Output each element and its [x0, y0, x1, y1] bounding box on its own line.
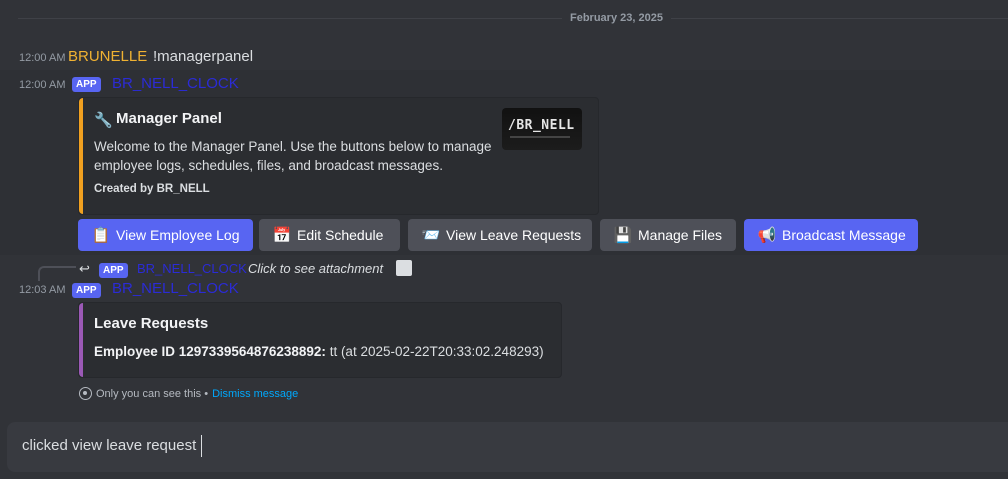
button-label: View Leave Requests	[446, 227, 582, 243]
embed-accent-bar	[79, 98, 83, 214]
manage-files-button[interactable]: 💾 Manage Files	[600, 219, 736, 251]
app-badge: APP	[99, 263, 128, 278]
employee-id-label: Employee ID 1297339564876238892:	[94, 344, 326, 359]
reply-arrow-icon: ↩	[79, 261, 90, 276]
ephemeral-notice: Only you can see this • Dismiss message	[79, 387, 298, 400]
view-leave-requests-button[interactable]: 📨 View Leave Requests	[408, 219, 592, 251]
button-label: View Employee Log	[116, 227, 240, 243]
date-divider-line	[18, 18, 1008, 19]
reply-spine	[38, 266, 76, 281]
leave-request-entry: Employee ID 1297339564876238892: tt (at …	[94, 344, 544, 359]
button-label: Edit Schedule	[297, 227, 384, 243]
embed-description: Welcome to the Manager Panel. Use the bu…	[94, 139, 492, 173]
thumbnail-logo-text: /BR_NELL	[508, 118, 575, 133]
leave-requests-embed	[78, 302, 562, 378]
embed-footer: Created by BR_NELL	[94, 183, 210, 195]
message-timestamp: 12:03 AM	[19, 284, 66, 296]
app-badge: APP	[72, 77, 101, 92]
button-label: Manage Files	[638, 227, 723, 243]
ephemeral-text: Only you can see this •	[96, 387, 209, 400]
broadcast-message-button[interactable]: 📢 Broadcast Message	[744, 219, 918, 251]
embed-title: Leave Requests	[94, 315, 209, 332]
message-input-text[interactable]: clicked view leave request	[22, 437, 196, 454]
app-badge: APP	[72, 283, 101, 298]
embed-thumbnail[interactable]: /BR_NELL	[502, 108, 582, 150]
calendar-icon: 📅	[272, 227, 292, 244]
image-icon	[396, 260, 412, 276]
leave-request-detail: tt (at 2025-02-22T20:33:02.248293)	[325, 344, 544, 359]
reply-author[interactable]: BR_NELL_CLOCK	[137, 261, 247, 276]
message-timestamp: 12:00 AM	[19, 52, 66, 64]
message-timestamp: 12:00 AM	[19, 79, 66, 91]
embed-accent-bar	[79, 303, 83, 377]
reply-preview[interactable]: Click to see attachment	[248, 261, 383, 276]
bot-author[interactable]: BR_NELL_CLOCK	[112, 280, 239, 297]
floppy-disk-icon: 💾	[613, 227, 633, 244]
message-content: !managerpanel	[153, 48, 254, 65]
text-caret	[201, 435, 202, 457]
envelope-icon: 📨	[421, 227, 441, 244]
dismiss-message-link[interactable]: Dismiss message	[212, 388, 298, 400]
eye-icon	[79, 387, 92, 400]
clipboard-icon: 📋	[91, 227, 111, 244]
embed-title: Manager Panel	[116, 110, 222, 127]
edit-schedule-button[interactable]: 📅 Edit Schedule	[259, 219, 400, 251]
bot-author[interactable]: BR_NELL_CLOCK	[112, 75, 239, 92]
message-author[interactable]: BRUNELLE	[68, 48, 147, 65]
wrench-icon: 🔧	[94, 112, 113, 129]
megaphone-icon: 📢	[757, 227, 777, 244]
thumbnail-decoration	[510, 136, 570, 138]
button-label: Broadcast Message	[782, 227, 906, 243]
view-employee-log-button[interactable]: 📋 View Employee Log	[78, 219, 253, 251]
date-divider: February 23, 2025	[562, 12, 671, 24]
